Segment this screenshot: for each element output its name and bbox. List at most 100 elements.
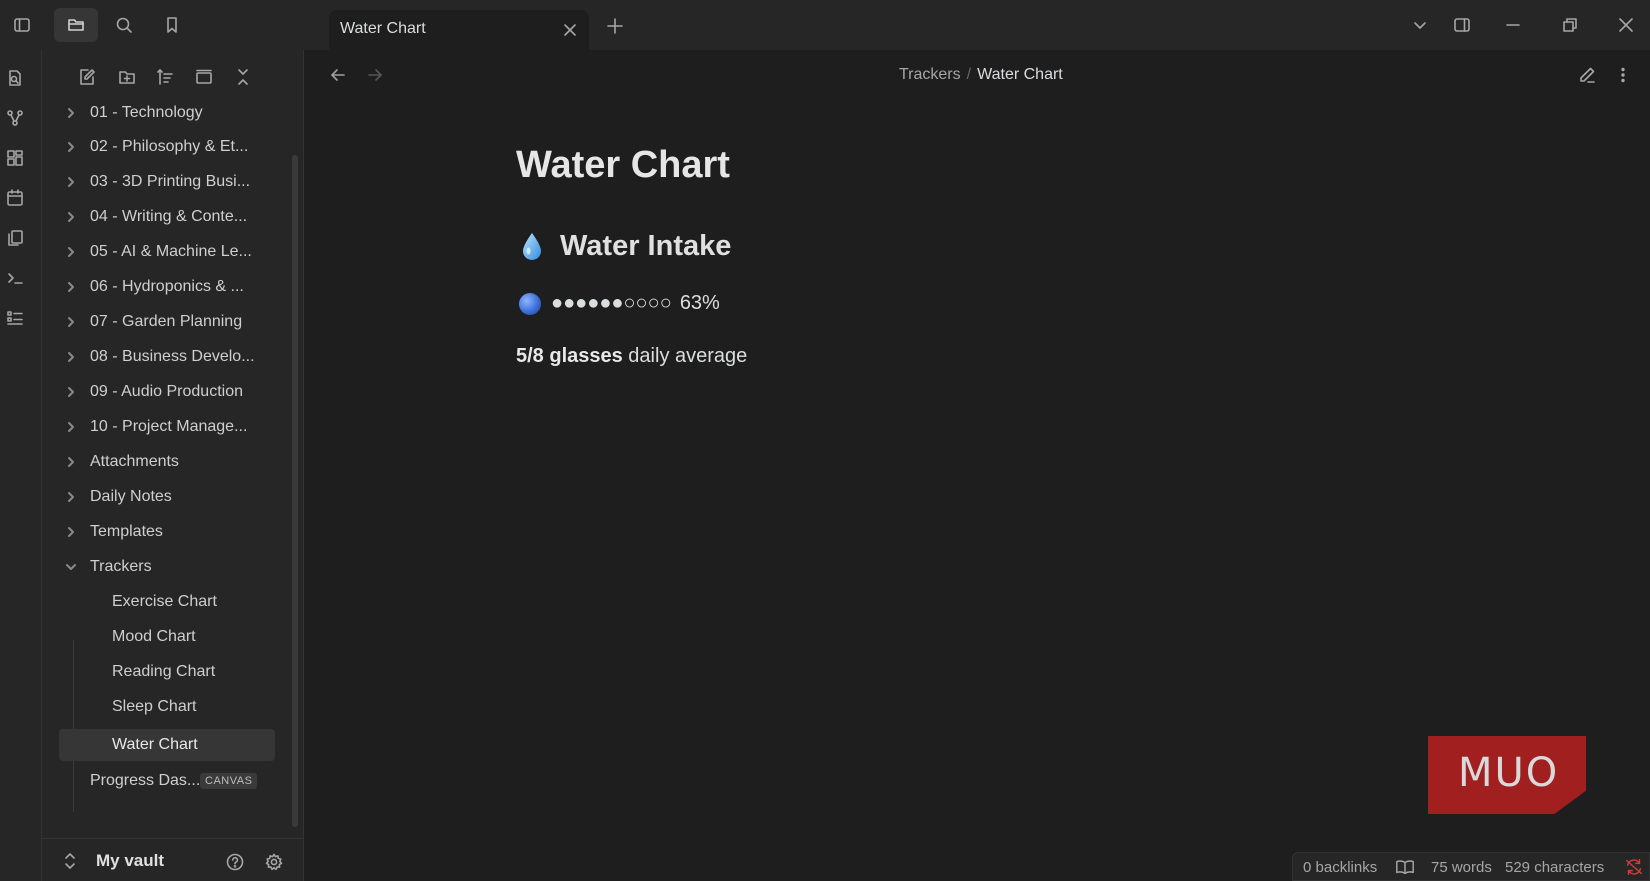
settings-gear-icon[interactable] [261, 849, 287, 875]
folder-item[interactable]: Daily Notes [42, 481, 274, 513]
graph-view-icon[interactable] [1, 103, 29, 133]
folder-label: 05 - AI & Machine Le... [90, 243, 252, 260]
auto-reveal-icon[interactable] [189, 62, 219, 92]
folder-label: 08 - Business Develo... [90, 348, 255, 365]
chevron-right-icon [64, 455, 78, 469]
daily-average-text: daily average [622, 345, 748, 367]
terminal-icon[interactable] [1, 263, 29, 293]
folder-label: 01 - Technology [90, 104, 203, 121]
folder-item[interactable]: Templates [42, 516, 274, 548]
sort-icon[interactable] [150, 62, 180, 92]
search-icon[interactable] [102, 8, 146, 42]
chevron-right-icon [64, 106, 78, 120]
tab-list-chevron-down-icon[interactable] [1398, 8, 1442, 42]
breadcrumb-current[interactable]: Water Chart [977, 66, 1063, 83]
folder-label: Attachments [90, 453, 179, 470]
chevron-right-icon [64, 490, 78, 504]
folder-item[interactable]: 04 - Writing & Conte... [42, 201, 274, 233]
arrow-left-icon[interactable] [323, 60, 353, 90]
chevron-right-icon [64, 210, 78, 224]
folder-item[interactable]: 10 - Project Manage... [42, 411, 274, 443]
more-options-icon[interactable] [1608, 60, 1638, 90]
tab-water-chart[interactable]: Water Chart [329, 10, 589, 50]
water-progress: ●●●●●●○○○○ 63% [519, 292, 720, 315]
folder-label: 06 - Hydroponics & ... [90, 278, 244, 295]
folder-label: 02 - Philosophy & Et... [90, 138, 249, 155]
sidebar-scrollbar[interactable] [292, 155, 298, 827]
chevron-right-icon [64, 175, 78, 189]
folder-label: Daily Notes [90, 488, 172, 505]
folder-item[interactable]: 06 - Hydroponics & ... [42, 271, 274, 303]
sidebar-toggle-icon[interactable] [0, 8, 44, 42]
window-close-icon[interactable] [1604, 8, 1648, 42]
arrow-right-icon[interactable] [360, 60, 390, 90]
chevron-right-icon [64, 350, 78, 364]
help-icon[interactable] [222, 849, 248, 875]
folder-label: 10 - Project Manage... [90, 418, 248, 435]
sync-error-icon[interactable] [1623, 857, 1645, 877]
folder-item[interactable]: 08 - Business Develo... [42, 341, 274, 373]
file-label: Mood Chart [112, 628, 196, 645]
daily-average-bold: 5/8 glasses [516, 345, 623, 367]
file-item-selected[interactable]: Water Chart [59, 729, 275, 761]
page-title: Water Chart [516, 144, 730, 186]
templates-copy-icon[interactable] [1, 223, 29, 253]
right-sidebar-toggle-icon[interactable] [1440, 8, 1484, 42]
folder-label: Templates [90, 523, 163, 540]
word-count: 75 words [1431, 859, 1492, 876]
breadcrumb-separator: / [966, 66, 972, 83]
ribbon [0, 50, 42, 881]
folder-item[interactable]: 03 - 3D Printing Busi... [42, 166, 274, 198]
file-label: Progress Das... [90, 772, 201, 789]
daily-average: 5/8 glasses daily average [516, 345, 747, 368]
calendar-icon[interactable] [1, 183, 29, 213]
progress-dots: ●●●●●●○○○○ [551, 292, 672, 314]
chevron-right-icon [64, 280, 78, 294]
section-heading-text: Water Intake [560, 230, 732, 262]
character-count: 529 characters [1505, 859, 1605, 876]
status-bar: 0 backlinks 75 words 529 characters [1292, 852, 1650, 881]
folder-item[interactable]: 02 - Philosophy & Et... [42, 131, 274, 163]
blue-circle-icon [519, 292, 541, 315]
file-item[interactable]: Mood Chart [42, 621, 274, 653]
folder-item[interactable]: 09 - Audio Production [42, 376, 274, 408]
reading-book-icon[interactable] [1394, 857, 1416, 877]
minimize-icon[interactable] [1491, 8, 1535, 42]
restore-icon[interactable] [1548, 8, 1592, 42]
new-folder-icon[interactable] [112, 62, 142, 92]
title-bar: Water Chart [0, 0, 1650, 50]
chevron-down-icon [64, 560, 78, 574]
list-icon[interactable] [1, 303, 29, 333]
new-note-icon[interactable] [72, 62, 102, 92]
bookmark-icon[interactable] [150, 8, 194, 42]
file-item[interactable]: Sleep Chart [42, 691, 274, 723]
file-label: Sleep Chart [112, 698, 197, 715]
close-icon[interactable] [557, 17, 583, 43]
folder-item[interactable]: 05 - AI & Machine Le... [42, 236, 274, 268]
folder-item[interactable]: 01 - Technology [42, 97, 274, 129]
folder-item-trackers[interactable]: Trackers [42, 551, 274, 583]
file-item[interactable]: Reading Chart [42, 656, 274, 688]
canvas-file-item[interactable]: Progress Das... CANVAS [42, 765, 274, 797]
water-droplet-icon [523, 232, 541, 260]
canvas-icon[interactable] [1, 143, 29, 173]
open-quick-switcher-icon[interactable] [1, 63, 29, 93]
folder-item[interactable]: Attachments [42, 446, 274, 478]
folder-item[interactable]: 07 - Garden Planning [42, 306, 274, 338]
muo-watermark-text: MUO [1458, 750, 1560, 796]
backlinks-count[interactable]: 0 backlinks [1303, 859, 1377, 876]
folder-label: 04 - Writing & Conte... [90, 208, 248, 225]
chevron-right-icon [64, 525, 78, 539]
breadcrumb-parent[interactable]: Trackers [899, 66, 961, 83]
file-item[interactable]: Exercise Chart [42, 586, 274, 618]
vault-switcher-chevron-icon[interactable] [62, 851, 78, 871]
new-tab-icon[interactable] [600, 10, 630, 42]
folder-label: Trackers [90, 558, 152, 575]
files-icon[interactable] [54, 8, 98, 42]
collapse-all-icon[interactable] [228, 62, 258, 92]
file-label: Reading Chart [112, 663, 216, 680]
edit-pencil-icon[interactable] [1572, 60, 1602, 90]
progress-percent: 63% [679, 292, 720, 314]
folder-label: 09 - Audio Production [90, 383, 243, 400]
vault-name[interactable]: My vault [96, 851, 164, 871]
